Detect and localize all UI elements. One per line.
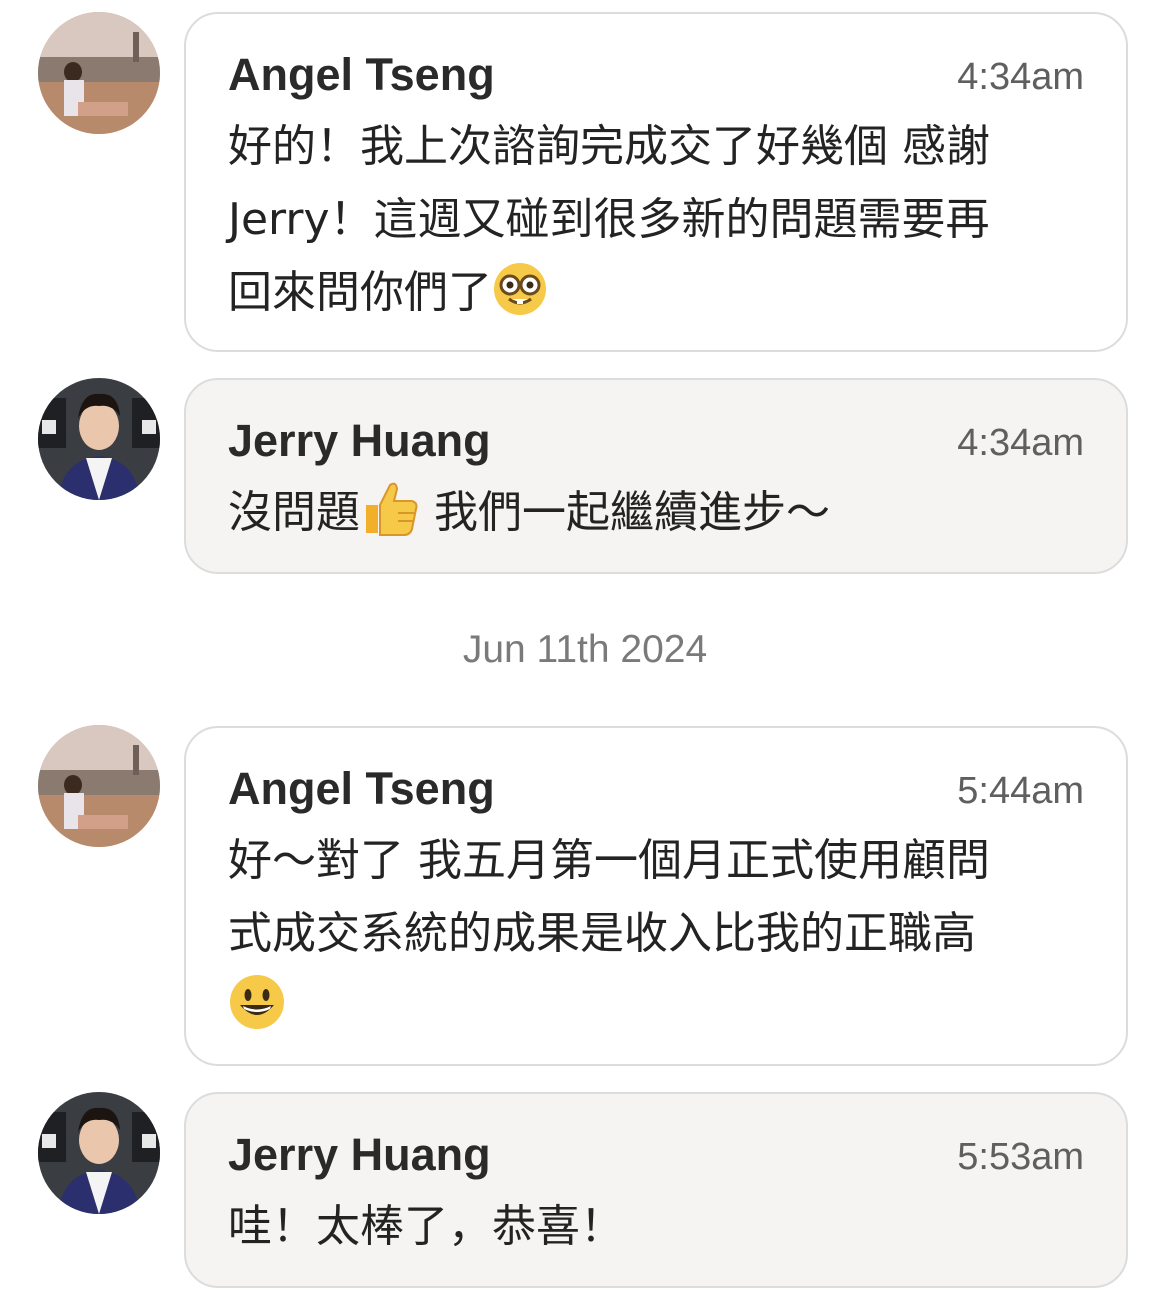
sender-name: Jerry Huang <box>228 1129 491 1180</box>
message-time: 5:44am <box>957 770 1084 812</box>
sender-name: Angel Tseng <box>228 763 495 814</box>
jerry-avatar[interactable] <box>38 378 160 500</box>
message-text: 好的！我上次諮詢完成交了好幾個 感謝 Jerry！這週又碰到很多新的問題需要再 … <box>228 110 1084 339</box>
message-bubble[interactable]: Angel Tseng 4:34am 好的！我上次諮詢完成交了好幾個 感謝 Je… <box>184 12 1128 352</box>
message-text-part: 我們一起繼續進步～ <box>420 487 830 538</box>
message-line-text: 回來問你們了 <box>228 267 492 318</box>
message-text: 沒問題 我們一起繼續進步～ <box>228 476 1084 559</box>
sender-name: Angel Tseng <box>228 49 495 100</box>
message-time: 5:53am <box>957 1136 1084 1178</box>
message-text: 哇！太棒了，恭喜！ <box>228 1201 624 1252</box>
message-line <box>228 970 1084 1053</box>
message-text-part: 沒問題 <box>228 487 360 538</box>
angel-avatar-photo <box>38 12 160 134</box>
message-line: 好～對了 我五月第一個月正式使用顧問 <box>228 835 990 886</box>
message-line: Jerry！這週又碰到很多新的問題需要再 <box>228 194 990 245</box>
date-separator: Jun 11th 2024 <box>462 628 708 671</box>
message-line: 式成交系統的成果是收入比我的正職高 <box>228 908 976 959</box>
jerry-avatar-photo <box>38 378 160 500</box>
jerry-avatar[interactable] <box>38 1092 160 1214</box>
message-line: 好的！我上次諮詢完成交了好幾個 感謝 <box>228 121 990 172</box>
message-line: 回來問你們了 <box>228 256 1084 339</box>
message-bubble[interactable]: Jerry Huang 5:53am 哇！太棒了，恭喜！ <box>184 1092 1128 1288</box>
message-time: 4:34am <box>957 422 1084 464</box>
grinning-face-emoji <box>228 973 286 1053</box>
angel-avatar[interactable] <box>38 12 160 134</box>
angel-avatar-photo <box>38 725 160 847</box>
message-text: 好～對了 我五月第一個月正式使用顧問 式成交系統的成果是收入比我的正職高 <box>228 824 1084 1053</box>
angel-avatar[interactable] <box>38 725 160 847</box>
message-bubble[interactable]: Jerry Huang 4:34am 沒問題 我們一起繼續進步～ <box>184 378 1128 574</box>
message-bubble[interactable]: Angel Tseng 5:44am 好～對了 我五月第一個月正式使用顧問 式成… <box>184 726 1128 1066</box>
message-time: 4:34am <box>957 56 1084 98</box>
thumbs-up-emoji <box>360 479 420 559</box>
nerd-face-emoji <box>492 261 548 339</box>
jerry-avatar-photo <box>38 1092 160 1214</box>
sender-name: Jerry Huang <box>228 415 491 466</box>
